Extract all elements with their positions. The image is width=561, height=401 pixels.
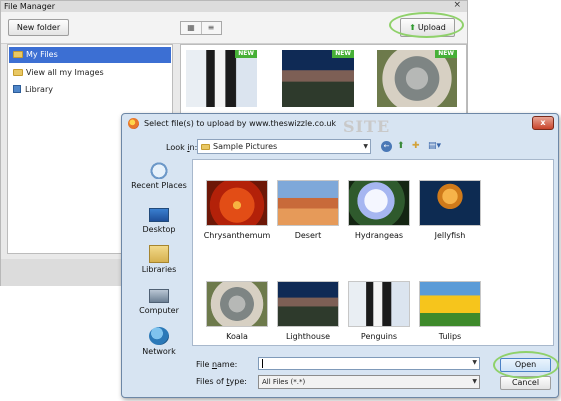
network-icon xyxy=(149,327,169,345)
chevron-down-icon[interactable]: ▼ xyxy=(472,359,477,366)
place-label: Computer xyxy=(139,306,179,315)
up-folder-icon[interactable]: ⬆ xyxy=(397,140,405,153)
file-label: Penguins xyxy=(360,332,398,341)
sidebar-item-label: Library xyxy=(25,85,53,94)
view-toggle: ▦ ≡ xyxy=(180,21,222,35)
desktop-icon xyxy=(149,208,169,222)
dialog-titlebar: Select file(s) to upload by www.theswizz… xyxy=(122,114,558,133)
sidebar-item-label: My Files xyxy=(26,50,58,59)
folder-icon xyxy=(13,69,23,76)
library-icon xyxy=(13,85,21,93)
files-of-type-value: All Files (*.*) xyxy=(262,378,306,386)
place-label: Desktop xyxy=(142,225,176,234)
files-of-type-dropdown[interactable]: All Files (*.*) ▼ xyxy=(258,375,480,389)
place-label: Network xyxy=(142,347,176,356)
place-label: Libraries xyxy=(141,265,177,274)
chevron-down-icon: ▼ xyxy=(472,378,477,385)
place-computer[interactable]: Computer xyxy=(128,286,190,315)
computer-icon xyxy=(149,289,169,303)
file-name-label: File name: xyxy=(196,360,238,369)
libraries-icon xyxy=(149,245,169,263)
file-label: Koala xyxy=(226,332,248,341)
views-menu-icon[interactable]: ▤▾ xyxy=(428,140,441,153)
look-in-dropdown[interactable]: Sample Pictures ▼ xyxy=(197,139,371,154)
file-thumbnail xyxy=(419,281,481,327)
firefox-icon xyxy=(128,118,139,129)
sidebar-item-view-all-images[interactable]: View all my Images xyxy=(9,65,171,81)
new-badge: NEW xyxy=(332,50,354,58)
list-view-icon[interactable]: ≡ xyxy=(201,22,221,34)
chevron-down-icon: ▼ xyxy=(363,143,368,150)
close-icon[interactable]: x xyxy=(532,116,554,130)
file-list: Chrysanthemum Desert Hydrangeas Jellyfis… xyxy=(192,159,554,346)
text-caret xyxy=(262,359,263,368)
file-manager-title: File Manager xyxy=(4,2,55,11)
look-in-value: Sample Pictures xyxy=(213,142,278,151)
file-manager-thumbnails: NEW NEW NEW xyxy=(180,44,467,114)
grid-view-icon[interactable]: ▦ xyxy=(181,22,202,34)
folder-icon xyxy=(201,144,210,150)
sidebar-item-my-files[interactable]: My Files xyxy=(9,47,171,63)
thumbnail-koala[interactable]: NEW xyxy=(377,50,457,107)
upload-file-dialog: Select file(s) to upload by www.theswizz… xyxy=(121,113,559,398)
sidebar-item-library[interactable]: Library xyxy=(9,82,171,98)
file-thumbnail xyxy=(277,180,339,226)
sidebar-item-label: View all my Images xyxy=(26,68,104,77)
file-name-input[interactable]: ▼ xyxy=(258,357,480,370)
close-icon[interactable]: × xyxy=(453,0,461,11)
places-bar: Recent Places Desktop Libraries Computer… xyxy=(128,159,190,356)
file-label: Tulips xyxy=(438,332,462,341)
back-icon[interactable]: ← xyxy=(381,141,392,152)
thumbnail-penguins[interactable]: NEW xyxy=(186,50,257,107)
new-badge: NEW xyxy=(235,50,257,58)
file-label: Hydrangeas xyxy=(354,231,404,240)
upload-highlight-oval xyxy=(389,12,464,38)
file-label: Chrysanthemum xyxy=(203,231,271,240)
thumbnail-lighthouse[interactable]: NEW xyxy=(282,50,354,107)
file-thumbnail xyxy=(206,281,268,327)
place-desktop[interactable]: Desktop xyxy=(128,205,190,234)
dialog-title: Select file(s) to upload by www.theswizz… xyxy=(144,119,337,128)
file-label: Lighthouse xyxy=(285,332,331,341)
file-label: Jellyfish xyxy=(434,231,466,240)
place-libraries[interactable]: Libraries xyxy=(128,245,190,274)
file-thumbnail xyxy=(348,180,410,226)
folder-open-icon xyxy=(13,51,23,58)
files-of-type-label: Files of type: xyxy=(196,377,247,386)
file-label: Desert xyxy=(294,231,322,240)
file-thumbnail xyxy=(419,180,481,226)
place-label: Recent Places xyxy=(131,181,187,190)
look-in-label: Look in: xyxy=(166,143,198,152)
watermark-text: SITE xyxy=(343,117,391,136)
new-badge: NEW xyxy=(435,50,457,58)
recent-places-icon xyxy=(149,161,169,179)
file-manager-titlebar: File Manager × xyxy=(1,0,467,12)
file-thumbnail xyxy=(206,180,268,226)
place-network[interactable]: Network xyxy=(128,327,190,356)
file-thumbnail xyxy=(277,281,339,327)
file-thumbnail xyxy=(348,281,410,327)
new-folder-button[interactable]: New folder xyxy=(8,19,69,36)
place-recent-places[interactable]: Recent Places xyxy=(128,161,190,190)
new-folder-icon[interactable]: ✚ xyxy=(412,140,420,153)
open-highlight-oval xyxy=(493,351,559,379)
